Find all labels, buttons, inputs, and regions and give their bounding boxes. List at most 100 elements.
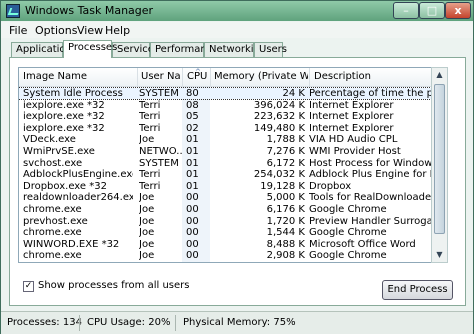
maximize-button[interactable]: □ (419, 2, 445, 19)
process-description: Percentage of time the processor is (309, 88, 439, 99)
tab-networking[interactable]: Networking (204, 42, 266, 57)
column-separator[interactable] (210, 68, 211, 86)
process-name: iexplore.exe *32 (23, 99, 105, 111)
column-cpu[interactable]: CPU (187, 71, 209, 82)
process-description: Internet Explorer (309, 99, 394, 111)
scroll-up-icon[interactable]: ▲ (432, 68, 447, 82)
process-name: System Idle Process (23, 88, 123, 99)
process-description: Internet Explorer (309, 122, 394, 134)
column-separator[interactable] (137, 68, 138, 86)
process-user: SYSTEM (139, 157, 179, 169)
menu-file[interactable]: File (9, 24, 27, 37)
table-row[interactable]: realdownloader264.exe Joe 00 5,000 K Tools f… (19, 192, 447, 203)
process-description: Google Chrome (309, 250, 387, 262)
show-all-processes-checkbox[interactable]: ✓ (23, 281, 34, 292)
process-cpu: 01 (186, 146, 199, 157)
status-bar: Processes: 134 CPU Usage: 20% Physical M… (1, 311, 473, 334)
table-row[interactable]: iexplore.exe *32 Terri 08 396,024 K Internet… (19, 100, 447, 111)
process-user: NETWO... (139, 146, 183, 157)
table-row[interactable]: prevhost.exe Joe 00 1,720 K Preview Handler … (19, 216, 447, 227)
process-cpu: 00 (186, 250, 199, 262)
column-separator[interactable] (309, 68, 310, 86)
table-row[interactable]: Dropbox.exe *32 Terri 01 19,128 K Dropbox (19, 181, 447, 192)
process-memory: 254,032 K (253, 169, 305, 181)
process-user: Joe (139, 238, 155, 250)
process-cpu: 01 (186, 180, 199, 192)
process-memory: 6,172 K (266, 157, 305, 169)
process-cpu: 00 (186, 192, 199, 204)
table-row[interactable]: iexplore.exe *32 Terri 05 223,632 K Internet… (19, 111, 447, 122)
table-row[interactable]: System Idle Process SYSTEM 80 24 K Percentag… (19, 87, 447, 100)
table-row[interactable]: svchost.exe SYSTEM 01 6,172 K Host Process f… (19, 158, 447, 169)
table-row[interactable]: AdblockPlusEngine.exe Terri 01 254,032 K Adb… (19, 169, 447, 180)
column-description[interactable]: Description (314, 71, 434, 82)
menu-bar: File Options View Help (1, 22, 473, 38)
process-list[interactable]: Image Name User Name ^ CPU Memory (Priva… (18, 67, 448, 263)
process-user: Terri (139, 111, 161, 123)
table-row[interactable]: WmiPrvSE.exe NETWO... 01 7,276 K WMI Provide… (19, 146, 447, 157)
process-cpu: 00 (186, 215, 199, 227)
tab-applications[interactable]: Applications (11, 42, 77, 57)
table-row[interactable]: chrome.exe Joe 00 2,908 K Google Chrome (19, 250, 447, 261)
close-button[interactable]: x (445, 2, 471, 19)
process-memory: 396,024 K (253, 99, 305, 111)
process-user: Terri (139, 169, 161, 181)
tab-performance[interactable]: Performance (150, 42, 218, 57)
task-manager-window: Windows Task Manager – □ x File Options … (0, 0, 474, 334)
process-name: chrome.exe (23, 204, 82, 215)
tab-processes[interactable]: Processes (63, 40, 117, 58)
process-memory: 2,908 K (266, 250, 305, 262)
vertical-scrollbar[interactable]: ▲ ▼ (431, 67, 448, 263)
process-user: Terri (139, 180, 161, 192)
process-memory: 1,544 K (266, 227, 305, 239)
table-row[interactable]: VDeck.exe Joe 01 1,788 K VIA HD Audio CPL (19, 134, 447, 145)
title-bar[interactable]: Windows Task Manager – □ x (1, 1, 473, 21)
scroll-down-icon[interactable]: ▼ (432, 248, 447, 262)
process-memory: 1,720 K (266, 215, 305, 227)
process-name: WINWORD.EXE *32 (23, 238, 120, 250)
list-header: Image Name User Name ^ CPU Memory (Priva… (19, 68, 447, 87)
menu-help[interactable]: Help (105, 24, 130, 37)
column-memory[interactable]: Memory (Private Work... (214, 71, 308, 82)
process-memory: 8,488 K (266, 238, 305, 250)
menu-options[interactable]: Options (35, 24, 77, 37)
task-manager-icon (6, 4, 20, 18)
minimize-button[interactable]: – (393, 2, 419, 19)
process-memory: 6,176 K (266, 204, 305, 215)
process-description: Microsoft Office Word (309, 238, 416, 250)
process-memory: 5,000 K (266, 192, 305, 204)
process-user: Joe (139, 134, 155, 146)
process-name: VDeck.exe (23, 134, 76, 146)
column-image-name[interactable]: Image Name (23, 71, 131, 82)
process-name: WmiPrvSE.exe (23, 146, 95, 157)
table-row[interactable]: WINWORD.EXE *32 Joe 00 8,488 K Microsoft Off… (19, 239, 447, 250)
process-name: chrome.exe (23, 227, 82, 239)
table-row[interactable]: chrome.exe Joe 00 6,176 K Google Chrome (19, 204, 447, 215)
menu-view[interactable]: View (77, 24, 103, 37)
table-row[interactable]: iexplore.exe *32 Terri 02 149,480 K Internet… (19, 123, 447, 134)
scrollbar-thumb[interactable] (434, 84, 445, 234)
process-user: Terri (139, 99, 161, 111)
process-description: Host Process for Windows Services (309, 157, 439, 169)
process-name: Dropbox.exe *32 (23, 180, 107, 192)
column-user-name[interactable]: User Name (141, 71, 181, 82)
process-user: Joe (139, 192, 155, 204)
process-user: Terri (139, 122, 161, 134)
process-user: Joe (139, 227, 155, 239)
table-row[interactable]: chrome.exe Joe 00 1,544 K Google Chrome (19, 227, 447, 238)
end-process-button[interactable]: End Process (382, 280, 453, 300)
window-title: Windows Task Manager (25, 4, 154, 17)
show-all-processes-label[interactable]: Show processes from all users (38, 280, 189, 291)
status-separator (175, 315, 176, 331)
tab-users[interactable]: Users (254, 42, 287, 57)
process-description: Dropbox (309, 180, 352, 192)
process-description: WMI Provider Host (309, 146, 401, 157)
process-name: realdownloader264.exe (23, 192, 133, 204)
process-name: iexplore.exe *32 (23, 122, 105, 134)
column-separator[interactable] (182, 68, 183, 86)
status-cpu-usage: CPU Usage: 20% (87, 317, 171, 328)
process-user: SYSTEM (139, 88, 179, 99)
tab-services[interactable]: Services (112, 42, 159, 57)
process-cpu: 00 (186, 227, 199, 239)
process-name: AdblockPlusEngine.exe (23, 169, 133, 181)
